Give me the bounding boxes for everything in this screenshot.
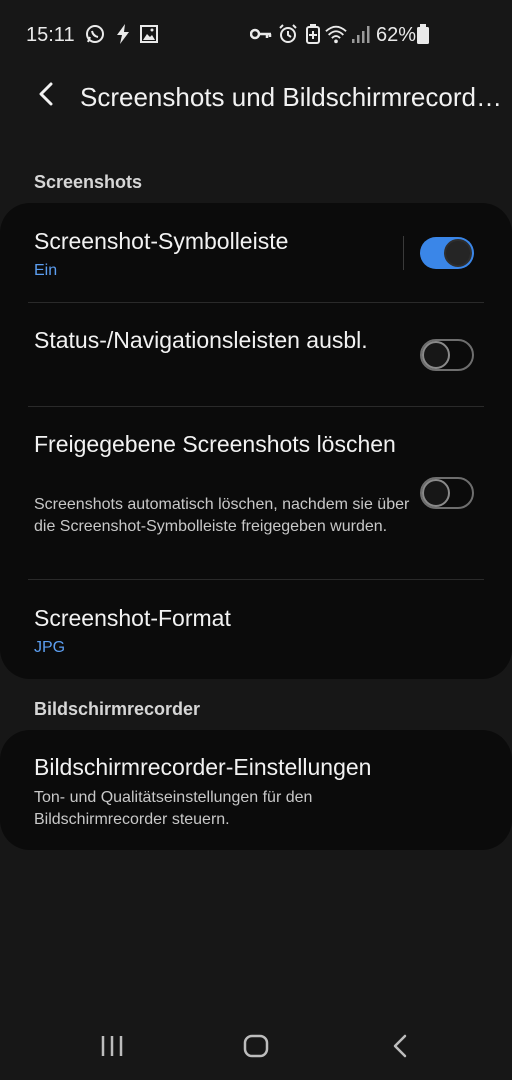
recorder-card: Bildschirmrecorder-Einstellungen Ton- un…: [0, 730, 512, 850]
recent-apps-button[interactable]: [90, 1028, 134, 1068]
setting-title: Freigegebene Screenshots löschen: [34, 431, 396, 457]
back-button[interactable]: [28, 78, 64, 114]
status-bar: 15:11 62%: [0, 0, 512, 70]
row-separator: [403, 236, 404, 270]
setting-recorder[interactable]: Bildschirmrecorder-Einstellungen Ton- un…: [0, 730, 512, 850]
battery-icon: [416, 22, 430, 46]
screen: 15:11 62% Screenshots und Bildschirmreco…: [0, 0, 512, 1080]
setting-hide-bars[interactable]: Status-/Navigationsleisten ausbl.: [0, 303, 512, 407]
toggle-knob: [422, 479, 450, 507]
hide-bars-toggle[interactable]: [420, 339, 474, 371]
setting-delete-shared[interactable]: Freigegebene Screenshots löschen Screens…: [0, 407, 512, 579]
section-label-recorder: Bildschirmrecorder: [34, 699, 201, 719]
page-title: Screenshots und Bildschirmrecord…: [80, 82, 502, 112]
battery-percentage: 62%: [376, 24, 417, 46]
setting-screenshot-toolbar[interactable]: Screenshot-Symbolleiste Ein: [0, 203, 512, 303]
home-icon: [243, 1034, 269, 1063]
wifi-icon: [325, 22, 347, 46]
setting-screenshot-format[interactable]: Screenshot-Format JPG: [0, 580, 512, 679]
whatsapp-icon: [84, 22, 106, 46]
navigation-bar: [0, 1018, 512, 1080]
recent-apps-icon: [100, 1035, 124, 1062]
home-button[interactable]: [234, 1028, 278, 1068]
setting-value: Ein: [34, 262, 58, 279]
key-icon: [250, 22, 272, 46]
screenshots-card: Screenshot-Symbolleiste Ein Status-/Navi…: [0, 203, 512, 679]
app-header: Screenshots und Bildschirmrecord…: [0, 70, 512, 130]
alarm-icon: [277, 22, 299, 46]
screenshot-toolbar-toggle[interactable]: [420, 237, 474, 269]
section-label-screenshots: Screenshots: [34, 172, 143, 192]
setting-title: Screenshot-Format: [34, 605, 231, 631]
setting-value: JPG: [34, 639, 66, 656]
signal-icon: [350, 22, 372, 46]
setting-title: Bildschirmrecorder-Einstellungen: [34, 754, 372, 780]
toggle-knob: [444, 239, 472, 267]
setting-title: Status-/Navigationsleisten ausbl.: [34, 327, 368, 353]
setting-description: Screenshots automatisch löschen, nachdem…: [34, 496, 410, 535]
flash-icon: [112, 22, 134, 46]
status-time: 15:11: [26, 24, 75, 46]
image-icon: [138, 22, 160, 46]
delete-shared-toggle[interactable]: [420, 477, 474, 509]
nav-back-button[interactable]: [378, 1028, 422, 1068]
battery-saver-icon: [302, 22, 324, 46]
nav-back-icon: [392, 1034, 408, 1063]
setting-description: Ton- und Qualitätseinstellungen für den …: [34, 789, 313, 828]
toggle-knob: [422, 341, 450, 369]
back-arrow-icon: [36, 82, 56, 111]
setting-title: Screenshot-Symbolleiste: [34, 228, 289, 254]
